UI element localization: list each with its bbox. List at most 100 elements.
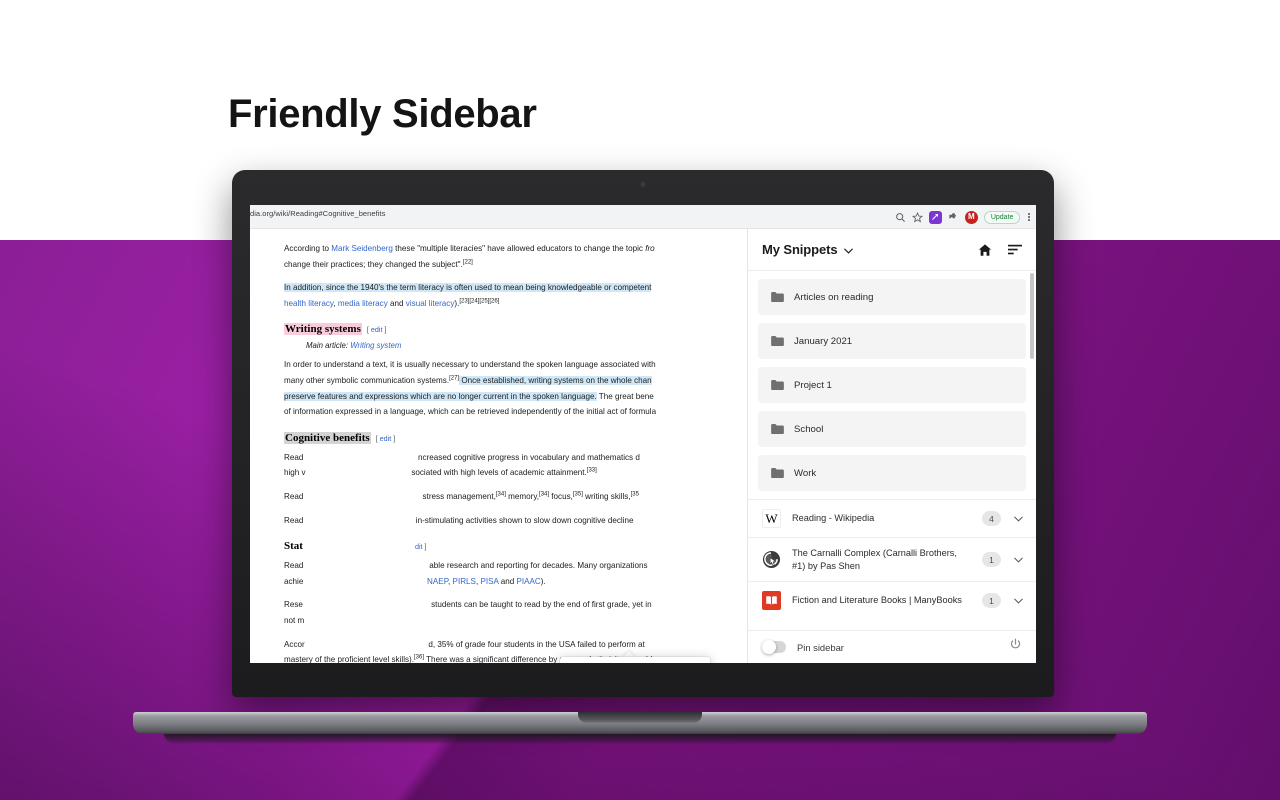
manybooks-favicon — [762, 591, 781, 611]
laptop-base-notch — [578, 712, 702, 723]
search-icon[interactable] — [895, 212, 906, 223]
link-piaac[interactable]: PIAAC — [516, 577, 540, 586]
folder-icon — [771, 292, 784, 302]
link-pisa[interactable]: PISA — [480, 577, 498, 586]
wikipedia-article: According to Mark Seidenberg these "mult… — [250, 229, 747, 663]
puzzle-icon[interactable] — [948, 212, 959, 223]
paragraph-1940s: In addition, since the 1940's the term l… — [284, 280, 735, 296]
extension-icon[interactable] — [928, 210, 942, 224]
sidebar-footer: Pin sidebar — [748, 630, 1036, 663]
toggle-knob — [762, 640, 776, 654]
folder-label: Articles on reading — [794, 291, 874, 303]
folder-icon — [771, 380, 784, 390]
edit-link-writing-systems[interactable]: [ edit ] — [367, 325, 387, 334]
power-icon[interactable] — [1009, 638, 1022, 656]
section-statistics-header: Stat dit ] — [284, 536, 735, 554]
cognitive-line-4: Read in-stimulating activities shown to … — [284, 515, 634, 525]
highlight-blue-2b: preserve features and expressions which … — [284, 391, 597, 401]
statistics-line-2: achie NAEP, PIRLS, PISA and PIAAC). — [284, 576, 546, 586]
link-mark-seidenberg[interactable]: Mark Seidenberg — [331, 244, 393, 253]
chevron-down-icon[interactable] — [1012, 598, 1024, 604]
folder-item-articles-on-reading[interactable]: Articles on reading — [758, 279, 1026, 315]
paragraph-seidenberg-line2: change their practices; they changed the… — [284, 258, 473, 269]
chevron-down-icon[interactable] — [844, 241, 854, 259]
folder-item-project-1[interactable]: Project 1 — [758, 367, 1026, 403]
screenshot-root: Friendly Sidebar dia.org/wiki/Reading#Co… — [0, 0, 1280, 800]
section-cognitive-benefits-header: Cognitive benefits [ edit ] — [284, 428, 735, 446]
kebab-menu-icon[interactable] — [1026, 213, 1032, 221]
cognitive-line-3: Read stress management,[34] memory,[34] … — [284, 491, 639, 501]
statistics-line-3: Rese students can be taught to read by t… — [284, 600, 652, 610]
link-naep[interactable]: NAEP — [427, 577, 448, 586]
heading-statistics: Stat — [284, 540, 303, 553]
paragraph-seidenberg: According to Mark Seidenberg these "mult… — [284, 244, 655, 253]
link-writing-system[interactable]: Writing system — [350, 341, 401, 350]
folder-item-january-2021[interactable]: January 2021 — [758, 323, 1026, 359]
folder-icon — [771, 468, 784, 478]
cognitive-line-1: Read ncreased cognitive progress in voca… — [284, 452, 640, 462]
highlight-color-popup[interactable]: My Snippets My Snippets Articles on read… — [560, 657, 710, 663]
link-visual-literacy[interactable]: visual literacy — [406, 299, 455, 308]
page-title: Friendly Sidebar — [228, 92, 537, 136]
ref-23-26[interactable]: [23][24][25][26] — [459, 298, 499, 304]
folder-icon — [771, 336, 784, 346]
pin-sidebar-toggle[interactable] — [762, 640, 786, 654]
link-pirls[interactable]: PIRLS — [453, 577, 476, 586]
webcam-dot — [640, 182, 646, 187]
snippet-count-badge: 1 — [982, 552, 1001, 568]
chevron-down-icon[interactable] — [1012, 557, 1024, 563]
cognitive-line-2: high v sociated with high levels of acad… — [284, 467, 597, 478]
statistics-line-1: Read able research and reporting for dec… — [284, 561, 648, 571]
sort-icon[interactable] — [1008, 244, 1022, 255]
update-button[interactable]: Update — [983, 210, 1021, 224]
laptop-bezel — [232, 170, 1054, 205]
home-icon[interactable] — [978, 243, 992, 257]
ref-27[interactable]: [27] — [449, 375, 459, 381]
writing-systems-line-1: In order to understand a text, it is usu… — [284, 360, 656, 370]
highlight-blue-1: In addition, since the 1940's the term l… — [284, 283, 652, 293]
address-bar[interactable]: dia.org/wiki/Reading#Cognitive_benefits — [250, 209, 385, 218]
writing-systems-line-2: many other symbolic communication system… — [284, 375, 652, 385]
folder-list: Articles on reading January 2021 Project… — [748, 271, 1036, 491]
statistics-line-5: Accor d, 35% of grade four students in t… — [284, 639, 645, 649]
section-writing-systems-header: Writing systems [ edit ] — [284, 319, 735, 337]
edit-link-cognitive-benefits[interactable]: [ edit ] — [376, 434, 396, 443]
ref-33[interactable]: [33] — [587, 468, 597, 474]
link-health-literacy[interactable]: health literacy — [284, 299, 333, 308]
laptop-screen-frame: dia.org/wiki/Reading#Cognitive_benefits … — [232, 170, 1054, 697]
snippet-title: The Carnalli Complex (Carnalli Brothers,… — [792, 548, 957, 571]
snippets-sidebar: My Snippets Articles on reading January … — [747, 229, 1036, 663]
ref-22[interactable]: [22] — [463, 259, 473, 265]
snippet-title: Fiction and Literature Books | ManyBooks — [792, 595, 962, 606]
browser-toolbar: dia.org/wiki/Reading#Cognitive_benefits … — [250, 205, 1036, 229]
folder-label: Project 1 — [794, 379, 832, 391]
text-line: According to — [284, 244, 332, 253]
folder-icon — [771, 424, 784, 434]
goodreads-favicon — [762, 550, 781, 569]
snippet-count-badge: 4 — [982, 511, 1001, 526]
snippet-count-badge: 1 — [982, 593, 1001, 609]
snippet-list: W Reading - Wikipedia 4 The Carnalli Com… — [748, 499, 1036, 619]
edit-link-statistics[interactable]: dit ] — [415, 542, 427, 551]
heading-writing-systems: Writing systems — [284, 323, 362, 336]
sidebar-body: Articles on reading January 2021 Project… — [748, 271, 1036, 630]
folder-item-school[interactable]: School — [758, 411, 1026, 447]
chevron-down-icon[interactable] — [1012, 516, 1024, 522]
folder-item-work[interactable]: Work — [758, 455, 1026, 491]
link-media-literacy[interactable]: media literacy — [338, 299, 388, 308]
paragraph-1940s-line2: health literacy, media literacy and visu… — [284, 298, 500, 308]
folder-label: School — [794, 423, 824, 435]
avatar[interactable]: M — [964, 210, 978, 224]
sidebar-title: My Snippets — [762, 242, 838, 257]
highlight-blue-2a: Once established, writing systems on the… — [459, 375, 652, 385]
snippet-item-wikipedia[interactable]: W Reading - Wikipedia 4 — [748, 499, 1036, 537]
snippet-item-manybooks[interactable]: Fiction and Literature Books | ManyBooks… — [748, 581, 1036, 619]
snippet-title: Reading - Wikipedia — [792, 513, 875, 524]
snippet-item-carnalli-complex[interactable]: The Carnalli Complex (Carnalli Brothers,… — [748, 537, 1036, 581]
sidebar-scrollbar-thumb[interactable] — [1030, 273, 1034, 359]
laptop-shadow — [164, 733, 1116, 743]
star-icon[interactable] — [911, 211, 923, 223]
pin-sidebar-label: Pin sidebar — [797, 641, 844, 653]
statistics-line-4: not m — [284, 615, 305, 625]
sidebar-header: My Snippets — [748, 229, 1036, 271]
